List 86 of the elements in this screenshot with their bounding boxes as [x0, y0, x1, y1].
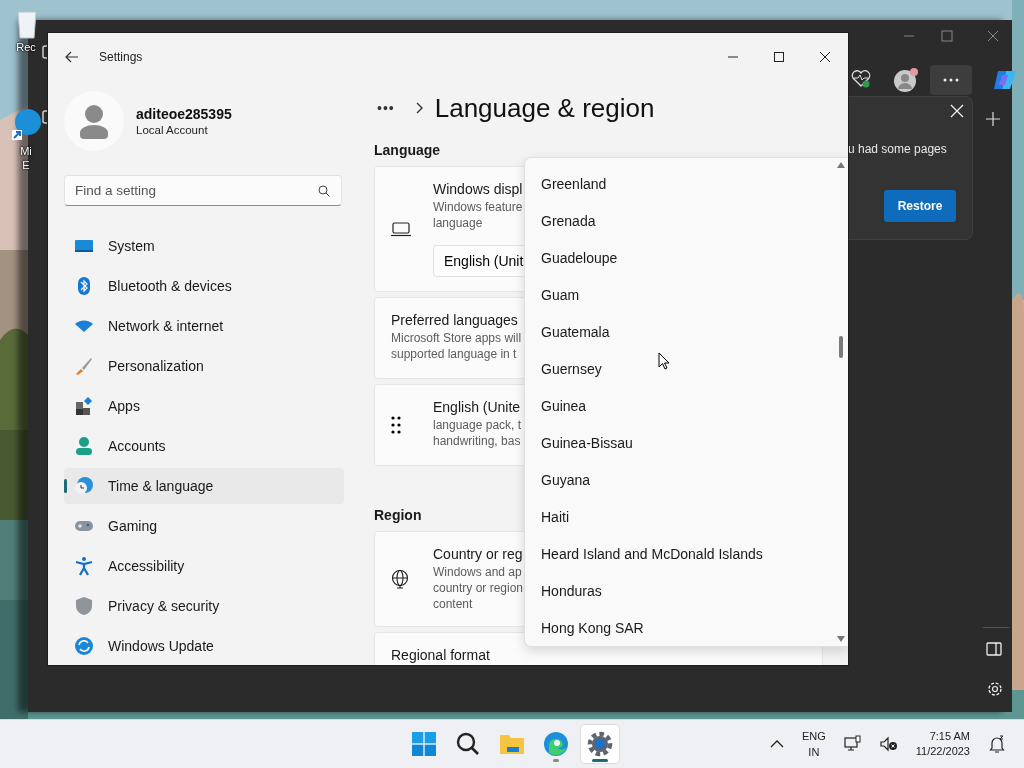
close-icon[interactable]: [819, 51, 831, 63]
nav-item[interactable]: Accounts: [64, 428, 344, 464]
dropdown-option[interactable]: Guam: [541, 287, 848, 324]
tab-icon[interactable]: [42, 110, 48, 124]
drag-handle-icon[interactable]: [391, 416, 401, 434]
dropdown-option[interactable]: Honduras: [541, 583, 848, 620]
dropdown-option[interactable]: Guinea-Bissau: [541, 435, 848, 472]
input-language-indicator[interactable]: ENG IN: [801, 728, 826, 761]
dropdown-option[interactable]: Guyana: [541, 472, 848, 509]
section-heading: Language: [374, 142, 441, 158]
more-button[interactable]: [930, 65, 972, 95]
dropdown-option[interactable]: Guatemala: [541, 324, 848, 361]
setting-title: Windows displ: [433, 181, 523, 197]
time-icon: [74, 476, 94, 496]
dropdown-option[interactable]: Guinea: [541, 398, 848, 435]
dropdown-option[interactable]: Greenland: [541, 176, 848, 213]
dropdown-option[interactable]: Grenada: [541, 213, 848, 250]
dropdown-option[interactable]: Heard Island and McDonald Islands: [541, 546, 848, 583]
desktop-icon-label[interactable]: Mi E: [20, 144, 32, 172]
accounts-icon: [74, 436, 94, 456]
health-icon[interactable]: [850, 67, 872, 89]
search-field[interactable]: Find a setting: [64, 175, 342, 206]
brush-icon: [74, 356, 94, 376]
taskbar-app-button[interactable]: [580, 724, 620, 765]
split-screen-icon[interactable]: [986, 642, 1002, 656]
scroll-down-icon[interactable]: [837, 636, 845, 642]
shield-icon: [74, 596, 94, 616]
clock-date[interactable]: 11/22/2023: [915, 744, 970, 760]
search-icon: [318, 185, 330, 197]
nav-item[interactable]: Network & internet: [64, 308, 344, 344]
more-icon: [943, 78, 959, 82]
settings-icon: [587, 731, 613, 758]
notification-bell-icon[interactable]: [988, 735, 1006, 754]
setting-title: Country or reg: [433, 546, 523, 562]
mouse-cursor-icon: [658, 352, 670, 370]
globe-icon: [391, 569, 409, 589]
popup-message: u had some pages: [848, 142, 947, 156]
nav-item[interactable]: Bluetooth & devices: [64, 268, 344, 304]
setting-title: Regional format: [391, 647, 490, 663]
dropdown-option[interactable]: Guadeloupe: [541, 250, 848, 287]
scroll-up-icon[interactable]: [837, 162, 845, 168]
account-type: Local Account: [136, 124, 209, 136]
restore-button[interactable]: Restore: [884, 190, 956, 222]
chevron-right-icon: [414, 102, 423, 114]
search-icon: [456, 732, 480, 757]
clock-time[interactable]: 7:15 AM: [929, 729, 970, 745]
page-title: Language & region: [434, 92, 655, 124]
setting-description: Windows feature language: [433, 199, 523, 231]
setting-description: language pack, t handwriting, bas: [433, 417, 522, 449]
folder-icon: [499, 733, 525, 756]
dropdown-option[interactable]: Guernsey: [541, 361, 848, 398]
nav-item[interactable]: Time & language: [64, 468, 344, 504]
setting-description: Microsoft Store apps will supported language in t: [391, 330, 522, 362]
volume-muted-icon[interactable]: [879, 736, 898, 753]
maximize-icon[interactable]: [773, 51, 785, 63]
accessibility-icon: [74, 556, 94, 576]
setting-description: Windows and ap country or region content: [433, 564, 524, 612]
nav-item[interactable]: Apps: [64, 388, 344, 424]
nav-item[interactable]: Accessibility: [64, 548, 344, 584]
edge-icon: [543, 731, 569, 758]
back-arrow-icon[interactable]: [65, 51, 79, 63]
setting-title: Preferred languages: [391, 312, 518, 328]
apps-icon: [74, 396, 94, 416]
nav-item[interactable]: Personalization: [64, 348, 344, 384]
network-monitor-icon[interactable]: [843, 735, 862, 754]
nav-item[interactable]: Privacy & security: [64, 588, 344, 624]
section-heading: Region: [374, 507, 422, 523]
update-icon: [74, 636, 94, 656]
profile-avatar-icon[interactable]: [893, 67, 919, 93]
scroll-thumb[interactable]: [839, 336, 843, 358]
laptop-icon: [391, 221, 411, 237]
desktop-icon-label[interactable]: Rec: [16, 40, 36, 54]
user-name: aditeoe285395: [136, 106, 232, 122]
tab-icon[interactable]: [42, 45, 48, 59]
nav-item[interactable]: System: [64, 228, 344, 264]
settings-icon[interactable]: [986, 680, 1004, 698]
dropdown-option[interactable]: Haiti: [541, 509, 848, 546]
user-avatar-icon[interactable]: [64, 91, 124, 151]
add-tab-icon[interactable]: [986, 112, 1000, 126]
chevron-up-icon[interactable]: [769, 740, 784, 749]
nav-item[interactable]: Windows Update: [64, 628, 344, 664]
nav-item[interactable]: Gaming: [64, 508, 344, 544]
windows-logo-icon: [412, 732, 436, 757]
setting-title: English (Unite: [433, 399, 521, 415]
window-title: Settings: [99, 50, 143, 64]
breadcrumb-overflow-button[interactable]: •••: [377, 100, 395, 116]
